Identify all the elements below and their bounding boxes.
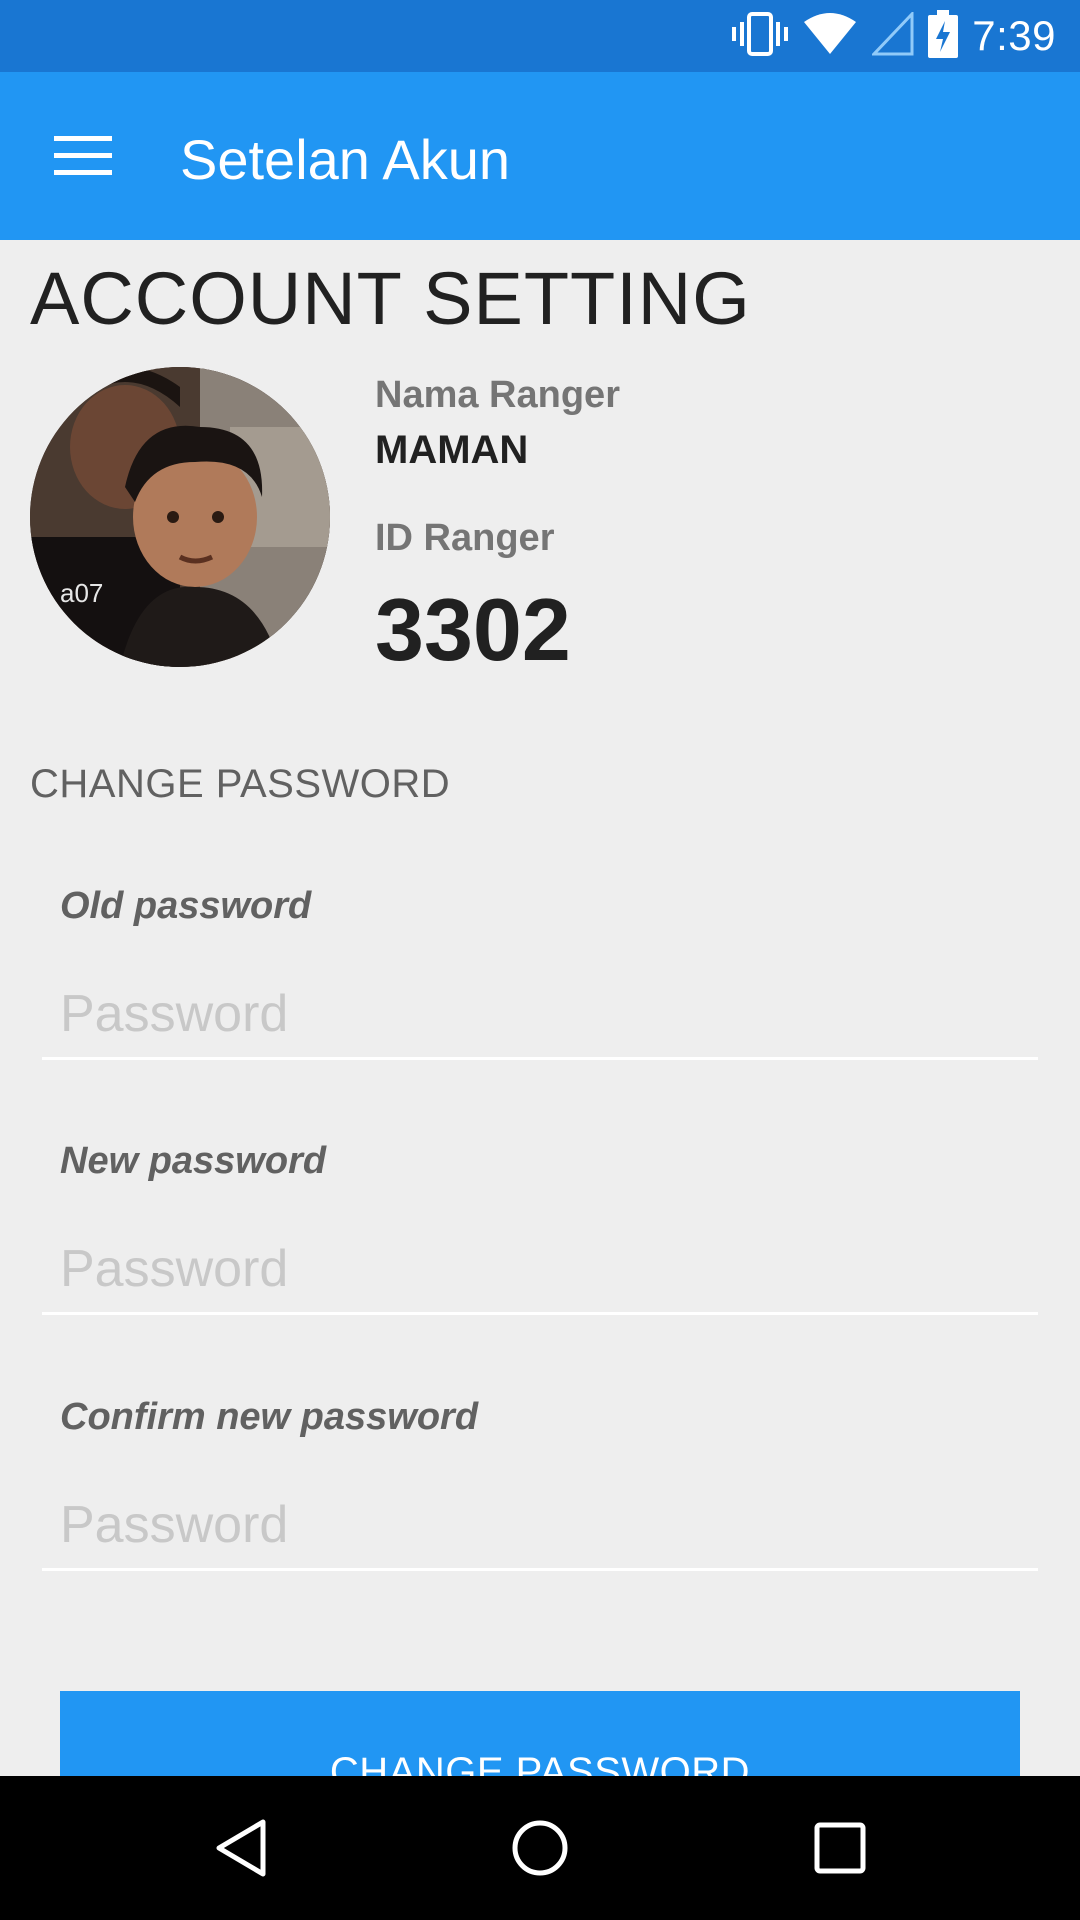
page-heading: ACCOUNT SETTING xyxy=(30,257,751,340)
status-icons: 7:39 xyxy=(732,0,1056,72)
old-password-label: Old password xyxy=(60,885,312,927)
name-value: MAMAN xyxy=(375,428,529,472)
hamburger-menu-icon[interactable] xyxy=(40,118,126,194)
id-label: ID Ranger xyxy=(375,517,555,559)
app-bar: Setelan Akun xyxy=(0,72,1080,240)
status-bar: 7:39 xyxy=(0,0,1080,72)
cell-signal-icon xyxy=(870,9,914,61)
avatar: a07 xyxy=(30,367,330,667)
app-title: Setelan Akun xyxy=(180,128,511,191)
change-password-section-label: CHANGE PASSWORD xyxy=(30,762,451,806)
back-icon[interactable] xyxy=(191,1798,291,1898)
new-password-input[interactable] xyxy=(42,1225,1038,1315)
name-label: Nama Ranger xyxy=(375,374,620,416)
clock-time: 7:39 xyxy=(972,12,1056,59)
home-icon[interactable] xyxy=(490,1798,590,1898)
svg-text:a07: a07 xyxy=(60,578,103,608)
navigation-bar xyxy=(0,1776,1080,1920)
vibrate-icon xyxy=(732,11,789,61)
old-password-input[interactable] xyxy=(42,970,1038,1060)
id-value: 3302 xyxy=(375,580,571,679)
confirm-password-input[interactable] xyxy=(42,1481,1038,1571)
battery-charging-icon xyxy=(928,9,959,63)
confirm-password-label: Confirm new password xyxy=(60,1396,479,1438)
new-password-label: New password xyxy=(60,1140,327,1182)
recents-icon[interactable] xyxy=(790,1798,890,1898)
wifi-icon xyxy=(802,12,858,61)
